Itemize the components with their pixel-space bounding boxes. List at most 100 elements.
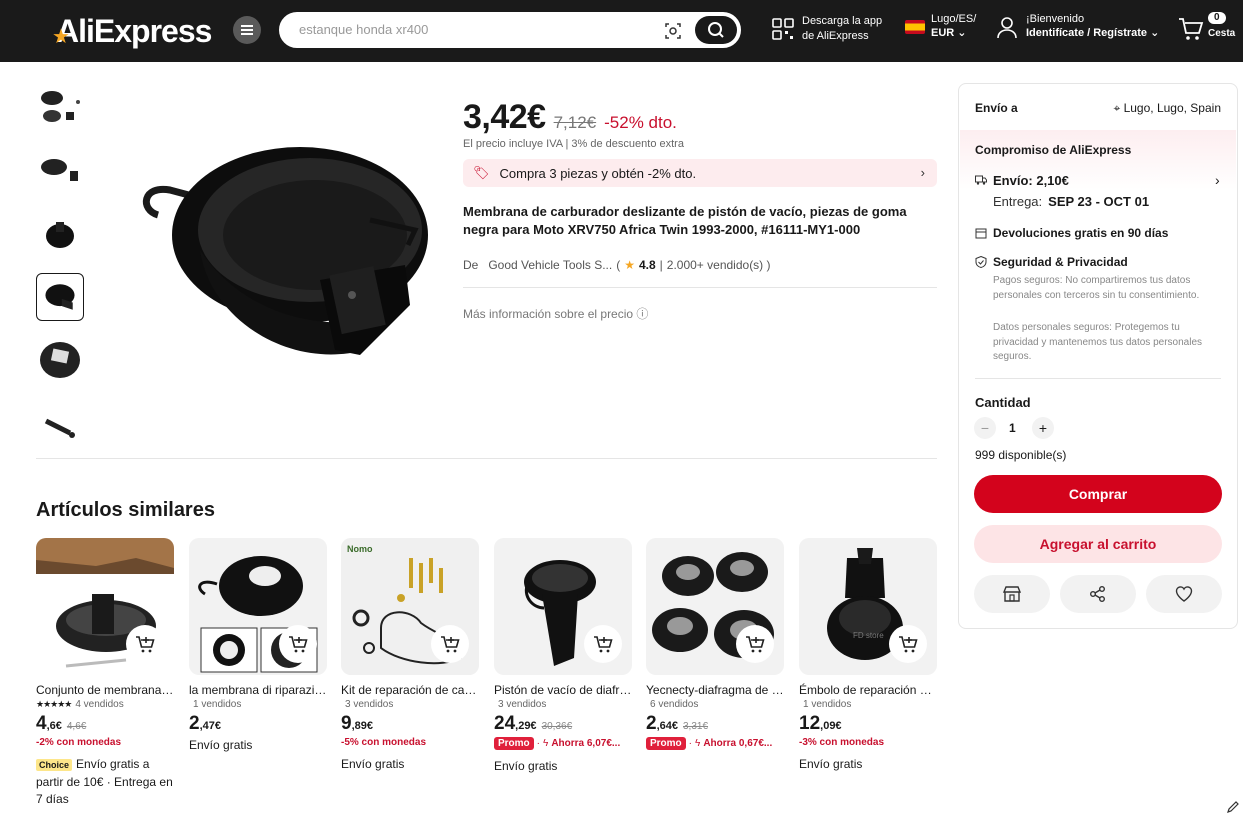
buy-now-button[interactable]: Comprar [974, 475, 1222, 513]
delivery-row: Entrega: SEP 23 - OCT 01 [993, 194, 1149, 209]
dot: · [536, 738, 541, 749]
ship-to-label: Envío a [975, 101, 1018, 115]
camera-search-icon[interactable] [664, 22, 682, 40]
add-to-cart-button[interactable]: Agregar al carrito [974, 525, 1222, 563]
region-line1: Lugo/ES/ [931, 13, 977, 25]
bulk-promo-banner[interactable]: 🏷 Compra 3 piezas y obtén -2% dto. › [463, 159, 937, 187]
similar-item-card[interactable]: Nomo Kit de reparación de carburador 3 v… [341, 538, 481, 773]
similar-item-image[interactable] [189, 538, 327, 675]
add-to-cart-icon[interactable] [279, 625, 317, 663]
add-to-cart-icon[interactable] [126, 625, 164, 663]
store-name[interactable]: De Good Vehicle Tools S... [463, 258, 612, 272]
similar-item-price: 2,64€ 3,31€ [646, 713, 786, 735]
menu-button[interactable] [233, 16, 261, 44]
region-selector[interactable]: Lugo/ES/EUR ⌄ [905, 12, 976, 40]
similar-item-image[interactable]: Nomo [341, 538, 479, 675]
similar-item-image[interactable] [494, 538, 632, 675]
similar-item-price: 2,47€ [189, 713, 329, 735]
divider [975, 378, 1221, 379]
flame-icon: ϟ [695, 738, 701, 749]
aliexpress-logo[interactable]: ★ AliExpress [52, 12, 212, 50]
app-line1: Descarga la app [802, 15, 883, 27]
stock-available: 999 disponible(s) [975, 448, 1067, 462]
price-row: 3,42€ 7,12€ -52% dto. [463, 98, 677, 137]
thumbnail-5[interactable] [36, 336, 84, 384]
similar-item-name[interactable]: Yecnecty-diafragma de carburador [646, 683, 784, 697]
add-to-cart-icon[interactable] [584, 625, 622, 663]
coin-discount: -3% con monedas [799, 737, 885, 748]
store-info[interactable]: De Good Vehicle Tools S... ( ★ 4.8 | 2.0… [463, 258, 771, 272]
similar-item-card[interactable]: Pistón de vacío de diafragma 3 vendidos … [494, 538, 634, 775]
quantity-increase-button[interactable]: + [1032, 417, 1054, 439]
shipping-row[interactable]: Envío: 2,10€ [975, 173, 1069, 188]
similar-item-shipping: Envío gratis [799, 757, 863, 771]
logo-text: AliExpress [56, 12, 212, 49]
sold-text: 1 vendidos [803, 699, 852, 710]
similar-item-card[interactable]: FD store Émbolo de reparación de carbura… [799, 538, 939, 773]
search-icon [708, 22, 724, 38]
share-button[interactable] [1060, 575, 1136, 613]
store-button[interactable] [974, 575, 1050, 613]
download-app-link[interactable]: Descarga la app de AliExpress [772, 14, 882, 44]
vat-note: El precio incluye IVA | 3% de descuento … [463, 138, 684, 150]
similar-item-name[interactable]: Conjunto de membrana de carburador [36, 683, 174, 697]
similar-item-name[interactable]: Pistón de vacío de diafragma [494, 683, 632, 697]
ship-location[interactable]: ⌖ Lugo, Lugo, Spain [1113, 101, 1221, 116]
similar-item-shipping: Envío gratis [494, 759, 558, 773]
quantity-value[interactable]: 1 [1009, 421, 1016, 435]
returns-row: Devoluciones gratis en 90 días [975, 226, 1168, 240]
main-product-image[interactable] [130, 130, 430, 390]
similar-item-name[interactable]: la membrana di riparazione [189, 683, 327, 697]
ship-location-text: Lugo, Lugo, Spain [1123, 101, 1221, 115]
similar-item-sold: 6 vendidos [646, 699, 786, 710]
store-icon [1003, 586, 1021, 602]
old-price: 30,36€ [541, 721, 573, 732]
svg-text:Nomo: Nomo [347, 544, 373, 554]
similar-item-card[interactable]: la membrana di riparazione 1 vendidos 2,… [189, 538, 329, 754]
similar-item-name[interactable]: Émbolo de reparación de carburador [799, 683, 937, 697]
wishlist-button[interactable] [1146, 575, 1222, 613]
secure-payment-note: Pagos seguros: No compartiremos tus dato… [993, 275, 1200, 301]
thumbnail-3[interactable] [36, 210, 84, 258]
chevron-right-icon[interactable]: › [1215, 172, 1220, 188]
add-to-cart-icon[interactable] [736, 625, 774, 663]
more-price-info-link[interactable]: Más información sobre el precio ⓘ [463, 305, 648, 322]
store-rating: 4.8 [638, 258, 656, 272]
price-int: 2 [189, 713, 200, 734]
thumbnail-6[interactable] [36, 399, 84, 447]
edit-icon[interactable] [1226, 800, 1240, 814]
promo-text: Ahorra 0,67€... [703, 738, 773, 749]
search-bar [279, 12, 741, 48]
price-dec: ,29€ [515, 720, 537, 732]
welcome-text: ¡Bienvenido [1026, 13, 1085, 25]
price-dec: ,47€ [199, 720, 221, 732]
search-input[interactable] [299, 22, 659, 37]
price-int: 12 [799, 713, 821, 734]
similar-item-image[interactable]: FD store [799, 538, 937, 675]
promo-badge: Promo [646, 737, 686, 750]
coin-discount: -2% con monedas [36, 737, 122, 748]
search-button[interactable] [695, 16, 737, 44]
similar-item-sold: 1 vendidos [189, 699, 329, 710]
similar-item-image[interactable] [36, 538, 174, 675]
qr-code-icon [772, 18, 794, 40]
similar-item-price: 4,6€ 4,6€ [36, 713, 176, 735]
similar-item-name[interactable]: Kit de reparación de carburador [341, 683, 479, 697]
thumbnail-2[interactable] [36, 147, 84, 195]
similar-item-card[interactable]: Conjunto de membrana de carburador ★★★★★… [36, 538, 176, 808]
commitment-title: Compromiso de AliExpress [975, 143, 1132, 157]
quantity-decrease-button[interactable]: − [974, 417, 996, 439]
thumbnail-4[interactable] [36, 273, 84, 321]
dot: · [688, 738, 693, 749]
add-to-cart-icon[interactable] [889, 625, 927, 663]
info-icon: ⓘ [636, 307, 649, 321]
delivery-dates: SEP 23 - OCT 01 [1048, 194, 1150, 209]
coin-discount: -5% con monedas [341, 737, 427, 748]
similar-item-price: 24,29€ 30,36€ [494, 713, 634, 735]
similar-item-card[interactable]: Yecnecty-diafragma de carburador 6 vendi… [646, 538, 786, 750]
add-to-cart-icon[interactable] [431, 625, 469, 663]
thumbnail-1[interactable] [36, 84, 84, 132]
account-menu[interactable]: ¡Bienvenido Identifícate / Regístrate ⌄ [996, 12, 1159, 40]
similar-item-image[interactable] [646, 538, 784, 675]
spain-flag-icon [905, 20, 925, 34]
